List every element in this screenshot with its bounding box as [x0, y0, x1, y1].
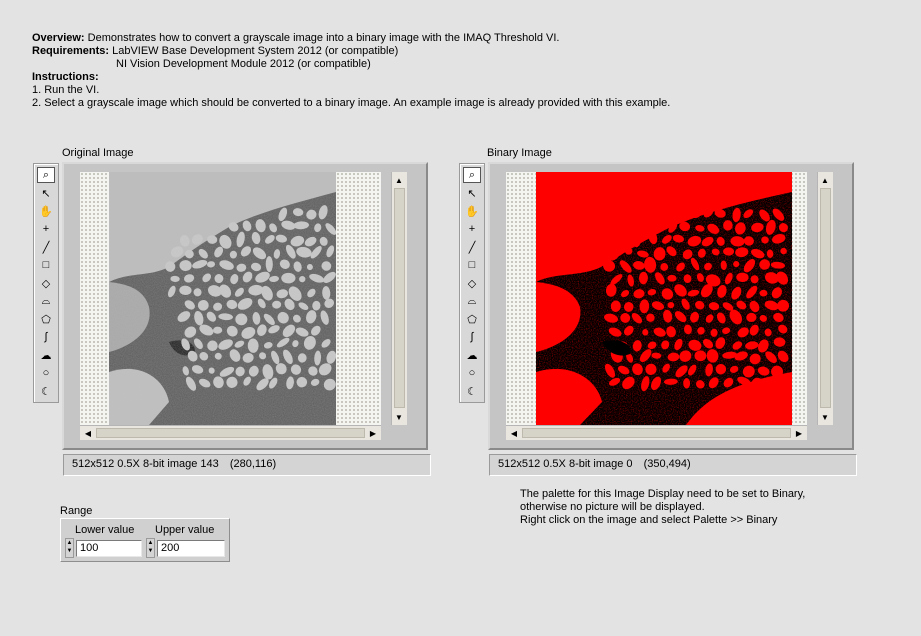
note-line: otherwise no picture will be displayed. [520, 501, 705, 513]
annulus-tool-icon[interactable]: ⌓ [463, 293, 481, 309]
lower-value-input[interactable]: 100 [76, 540, 142, 557]
scroll-thumb[interactable] [96, 428, 365, 438]
scroll-up-arrow-icon[interactable]: ▲ [819, 174, 831, 186]
requirement-item: LabVIEW Base Development System 2012 (or… [112, 45, 399, 57]
freehand-line-tool-icon[interactable]: ∫ [37, 329, 55, 345]
binary-image-caption: Binary Image [487, 147, 552, 159]
image-info-text: 512x512 0.5X 8-bit image 0 [498, 458, 633, 470]
range-caption: Range [60, 505, 93, 517]
rotated-rectangle-tool-icon[interactable]: ◇ [463, 275, 481, 291]
scroll-right-arrow-icon[interactable]: ▶ [793, 427, 805, 439]
pointer-tool-icon[interactable]: ↖ [37, 185, 55, 201]
rectangle-tool-icon[interactable]: □ [37, 257, 55, 273]
scroll-right-arrow-icon[interactable]: ▶ [367, 427, 379, 439]
original-status-bar: 512x512 0.5X 8-bit image 143 (280,116) [63, 454, 431, 476]
binary-image-area[interactable] [506, 172, 807, 425]
note-line: The palette for this Image Display need … [520, 488, 806, 500]
polygon-tool-icon[interactable]: ⬠ [37, 311, 55, 327]
pan-tool-icon[interactable]: ✋ [37, 203, 55, 219]
pointer-tool-icon[interactable]: ↖ [463, 185, 481, 201]
note-line: Right click on the image and select Pale… [520, 514, 778, 526]
original-horizontal-scrollbar[interactable]: ◀ ▶ [80, 425, 381, 440]
rotated-rectangle-tool-icon[interactable]: ◇ [37, 275, 55, 291]
original-tool-palette: ⌕ ↖ ✋ + ╱ □ ◇ ⌓ ⬠ ∫ ☁ ○ ☾ [33, 163, 59, 403]
scroll-thumb[interactable] [394, 188, 405, 408]
binary-image-display[interactable]: ▲ ▼ ◀ ▶ [488, 162, 854, 450]
point-tool-icon[interactable]: + [463, 221, 481, 237]
scroll-thumb[interactable] [820, 188, 831, 408]
range-cluster: Lower value Upper value ▲ ▼ 100 ▲ ▼ 200 [60, 518, 230, 562]
instruction-step: 1. Run the VI. [32, 84, 100, 96]
requirements-label: Requirements: [32, 45, 110, 57]
broken-line-tool-icon[interactable]: ☾ [463, 383, 481, 399]
vi-description: Overview: Demonstrates how to convert a … [32, 32, 670, 110]
scroll-thumb[interactable] [522, 428, 791, 438]
upper-value-input[interactable]: 200 [157, 540, 225, 557]
oval-tool-icon[interactable]: ○ [463, 365, 481, 381]
broken-line-tool-icon[interactable]: ☾ [37, 383, 55, 399]
freehand-region-tool-icon[interactable]: ☁ [37, 347, 55, 363]
pixel-coordinates: (280,116) [229, 458, 277, 470]
pan-tool-icon[interactable]: ✋ [463, 203, 481, 219]
original-image-caption: Original Image [62, 147, 134, 159]
original-vertical-scrollbar[interactable]: ▲ ▼ [391, 172, 407, 425]
oval-tool-icon[interactable]: ○ [37, 365, 55, 381]
binary-status-bar: 512x512 0.5X 8-bit image 0 (350,494) [489, 454, 857, 476]
line-tool-icon[interactable]: ╱ [463, 239, 481, 255]
overview-text: Demonstrates how to convert a grayscale … [87, 32, 560, 44]
original-image-display[interactable]: ▲ ▼ ◀ ▶ [62, 162, 428, 450]
instructions-label: Instructions: [32, 71, 99, 83]
scroll-down-arrow-icon[interactable]: ▼ [819, 411, 831, 423]
upper-value-increment-decrement[interactable]: ▲ ▼ [146, 538, 155, 558]
upper-value-label: Upper value [155, 524, 215, 536]
image-info-text: 512x512 0.5X 8-bit image 143 [72, 458, 219, 470]
grayscale-image[interactable] [109, 172, 336, 425]
scroll-left-arrow-icon[interactable]: ◀ [82, 427, 94, 439]
binary-image[interactable] [536, 172, 792, 425]
original-image-area[interactable] [80, 172, 381, 425]
overview-label: Overview: [32, 32, 85, 44]
zoom-tool-icon[interactable]: ⌕ [463, 167, 481, 183]
freehand-region-tool-icon[interactable]: ☁ [463, 347, 481, 363]
scroll-down-arrow-icon[interactable]: ▼ [393, 411, 405, 423]
binary-horizontal-scrollbar[interactable]: ◀ ▶ [506, 425, 807, 440]
line-tool-icon[interactable]: ╱ [37, 239, 55, 255]
polygon-tool-icon[interactable]: ⬠ [463, 311, 481, 327]
pixel-coordinates: (350,494) [643, 458, 691, 470]
rectangle-tool-icon[interactable]: □ [463, 257, 481, 273]
zoom-tool-icon[interactable]: ⌕ [37, 167, 55, 183]
scroll-left-arrow-icon[interactable]: ◀ [508, 427, 520, 439]
binary-vertical-scrollbar[interactable]: ▲ ▼ [817, 172, 833, 425]
scroll-up-arrow-icon[interactable]: ▲ [393, 174, 405, 186]
lower-value-increment-decrement[interactable]: ▲ ▼ [65, 538, 74, 558]
instruction-step: 2. Select a grayscale image which should… [32, 97, 671, 109]
image-texture-blob [683, 378, 691, 389]
requirement-item: NI Vision Development Module 2012 (or co… [116, 58, 371, 70]
palette-note: The palette for this Image Display need … [520, 488, 805, 527]
lower-value-label: Lower value [75, 524, 135, 536]
binary-tool-palette: ⌕ ↖ ✋ + ╱ □ ◇ ⌓ ⬠ ∫ ☁ ○ ☾ [459, 163, 485, 403]
freehand-line-tool-icon[interactable]: ∫ [463, 329, 481, 345]
annulus-tool-icon[interactable]: ⌓ [37, 293, 55, 309]
point-tool-icon[interactable]: + [37, 221, 55, 237]
